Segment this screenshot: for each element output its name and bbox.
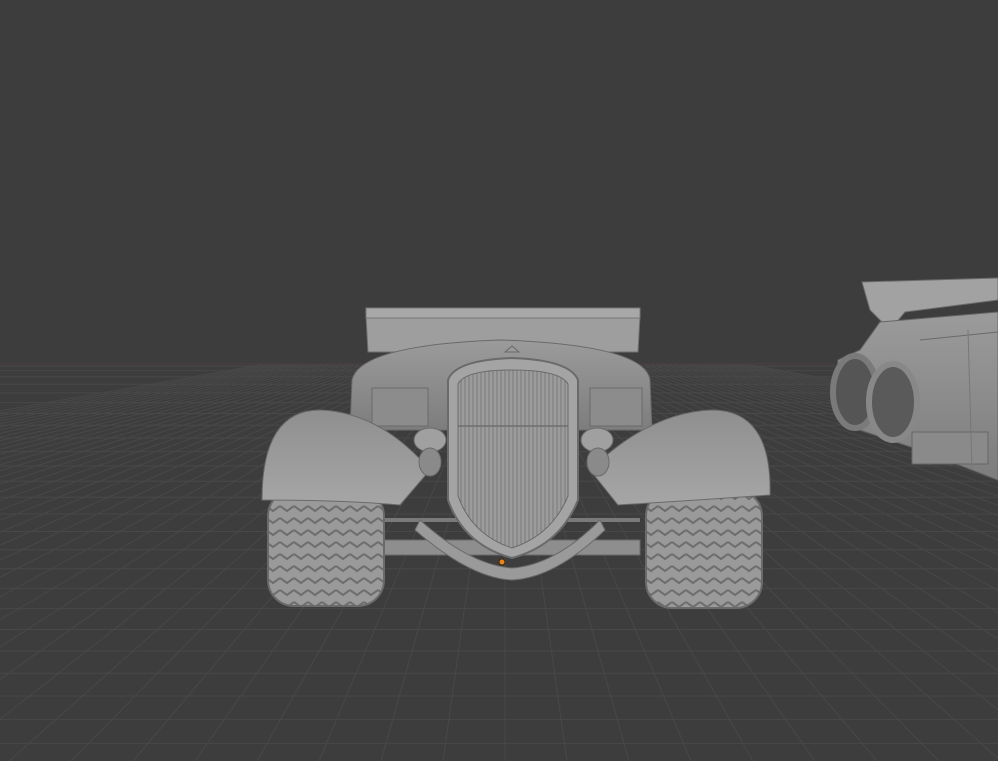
grid-line: [0, 363, 278, 417]
object-origin-marker[interactable]: [498, 558, 506, 566]
viewport-scene[interactable]: [0, 0, 998, 761]
grille-mesh: [457, 369, 569, 549]
front-right-tire: [645, 489, 763, 609]
front-left-tire: [267, 489, 385, 607]
hot-rod-car[interactable]: [261, 307, 771, 609]
grid-line: [0, 363, 314, 434]
second-car-partial[interactable]: [830, 277, 998, 481]
3d-viewport[interactable]: [0, 0, 998, 761]
